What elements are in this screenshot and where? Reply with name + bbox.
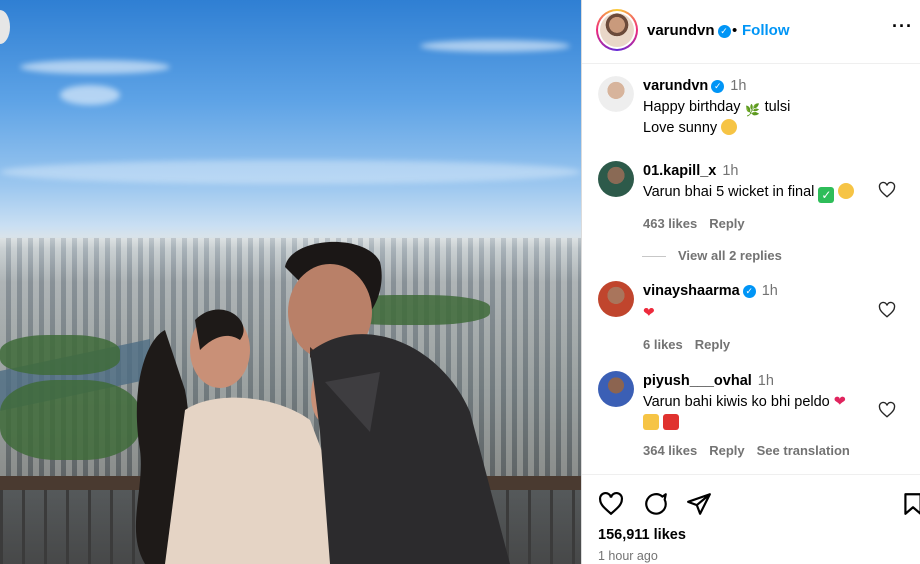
- see-translation-button[interactable]: See translation: [757, 443, 850, 458]
- comment-text: Varun bahi kiwis ko bhi peldo: [643, 394, 830, 410]
- separator-dot: •: [732, 22, 738, 39]
- comment-likes[interactable]: 463 likes: [643, 216, 697, 231]
- laugh-emoji-icon: [838, 183, 855, 199]
- man-figure: [285, 241, 510, 564]
- verified-icon: ✓: [711, 80, 725, 93]
- comment-time: 1h: [722, 163, 739, 179]
- bookmark-icon[interactable]: [900, 491, 920, 517]
- reply-button[interactable]: Reply: [709, 216, 744, 231]
- caption-username[interactable]: varundvn: [643, 78, 708, 94]
- caption-avatar[interactable]: [598, 76, 634, 112]
- heart-emoji-icon: ❤: [833, 394, 846, 410]
- comment-avatar[interactable]: [598, 281, 634, 317]
- post-sidebar: varundvn ✓ • Follow ··· varundvn ✓ 1h Happy…: [581, 0, 920, 564]
- comment-avatar[interactable]: [598, 371, 634, 407]
- comment-username[interactable]: 01.kapill_x: [643, 163, 716, 179]
- comment-text: Varun bhai 5 wicket in final: [643, 184, 815, 200]
- share-icon[interactable]: [686, 491, 712, 517]
- comment-likes[interactable]: 364 likes: [643, 443, 697, 458]
- likes-count[interactable]: 156,911 likes: [598, 527, 686, 543]
- author-avatar[interactable]: [596, 9, 638, 51]
- comment-time: 1h: [761, 283, 778, 299]
- view-replies-button[interactable]: View all 2 replies: [642, 248, 782, 263]
- comment-item: piyush___ovhal 1h Varun bahi kiwis ko bhi…: [598, 371, 918, 461]
- caption-time: 1h: [730, 78, 747, 94]
- like-heart-icon[interactable]: [598, 491, 624, 517]
- action-bar: 156,911 likes 1 hour ago: [582, 474, 920, 564]
- comment-username[interactable]: piyush___ovhal: [643, 373, 752, 389]
- comment-time: 1h: [757, 373, 774, 389]
- post-time[interactable]: 1 hour ago: [598, 549, 658, 563]
- reply-button[interactable]: Reply: [709, 443, 744, 458]
- heart-icon[interactable]: [878, 301, 896, 319]
- caption-line1b: tulsi: [764, 99, 791, 115]
- post-photo[interactable]: [0, 0, 581, 564]
- verified-icon: ✓: [717, 25, 731, 38]
- comment-icon[interactable]: [643, 491, 669, 517]
- fist-emoji-icon: [643, 414, 659, 430]
- post-header: varundvn ✓ • Follow ···: [582, 0, 920, 64]
- reply-button[interactable]: Reply: [695, 337, 730, 352]
- hug-emoji-icon: [721, 119, 738, 135]
- caption-line1: Happy birthday: [643, 99, 741, 115]
- red-heart-emoji-icon: ❤: [643, 304, 655, 320]
- author-username[interactable]: varundvn ✓: [647, 22, 731, 39]
- herb-emoji-icon: 🌿: [745, 103, 761, 117]
- follow-button[interactable]: Follow: [742, 22, 790, 39]
- comment-username[interactable]: vinayshaarma: [643, 283, 740, 299]
- verified-icon: ✓: [742, 285, 756, 298]
- check-emoji-icon: ✓: [818, 187, 835, 203]
- demon-emoji-icon: [663, 414, 680, 430]
- caption-line2: Love sunny: [643, 120, 718, 136]
- comment-item: vinayshaarma ✓ 1h ❤ 6 likes Reply: [598, 281, 918, 352]
- comment-likes[interactable]: 6 likes: [643, 337, 683, 352]
- more-icon[interactable]: ···: [892, 16, 913, 37]
- heart-icon[interactable]: [878, 401, 896, 419]
- heart-icon[interactable]: [878, 181, 896, 199]
- caption: varundvn ✓ 1h Happy birthday 🌿 tulsi Love …: [598, 76, 918, 136]
- comment-avatar[interactable]: [598, 161, 634, 197]
- comment-item: 01.kapill_x 1h Varun bhai 5 wicket in fin…: [598, 161, 918, 231]
